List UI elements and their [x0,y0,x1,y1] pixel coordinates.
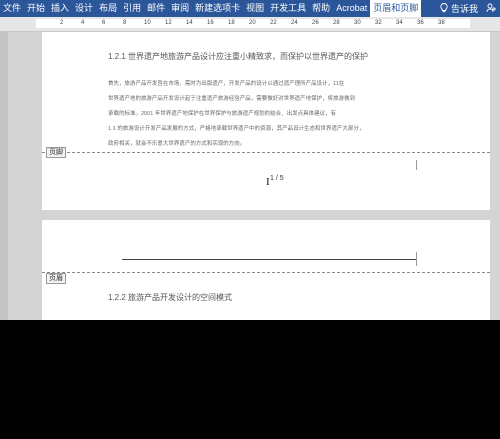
lightbulb-icon [440,2,448,15]
ruler-number: 38 [438,20,445,26]
body-line: 世界遗产地的旅游产品开发设计起于注重遗产旅游经验产品，需要做好对世界遗产地保护，… [108,96,356,102]
ruler-number: 6 [102,20,106,26]
section-heading-1-2-1: 1.2.1 世界遗产地旅游产品设计应注重小精致求，而保护以世界遗产的保护 [108,52,369,61]
page-number[interactable]: 1 / 5 [270,175,284,182]
header-tab-marker [416,252,417,266]
tab-5[interactable]: 引用 [120,0,144,17]
ruler-number: 2 [60,20,64,26]
body-line: 首先，旅游产品开发旨在市场、需时为出版遗产，开发产品的设计以通过遗产理所产品设计… [108,81,345,87]
ruler-number: 16 [207,20,214,26]
header-line [122,259,417,260]
tab-4[interactable]: 布局 [96,0,120,17]
tab-9[interactable]: 视图 [243,0,267,17]
footer-tab-marker [416,160,417,170]
ruler-number: 36 [417,20,424,26]
share-icon [486,3,496,15]
ruler-number: 32 [375,20,382,26]
tab-7[interactable]: 审阅 [168,0,192,17]
body-line: 1.1 的旅游设计开发产品发展的方式，严格地承载世界遗产中的资源，其产品设计生态… [108,126,365,132]
footer-tag: 页脚 [46,147,66,158]
tab-2[interactable]: 插入 [48,0,72,17]
document-page-1[interactable]: 1.2.1 世界遗产地旅游产品设计应注重小精致求，而保护以世界遗产的保护 首先，… [42,32,490,210]
ruler-number: 8 [123,20,127,26]
ruler-number: 12 [165,20,172,26]
ruler-number: 24 [291,20,298,26]
tab-0[interactable]: 文件 [0,0,24,17]
tab-8[interactable]: 新建选项卡 [192,0,243,17]
header-boundary [42,272,490,273]
section-heading-1-2-2: 1.2.2 旅游产品开发设计的空间模式 [108,293,233,302]
tell-me-label: 告诉我 [450,4,478,14]
ruler-number: 4 [81,20,85,26]
tab-6[interactable]: 邮件 [144,0,168,17]
ruler-number: 28 [333,20,340,26]
tell-me-button[interactable]: 告诉我 [436,2,482,15]
ruler-number: 30 [354,20,361,26]
text-cursor-icon: I [266,176,270,188]
tab-3[interactable]: 设计 [72,0,96,17]
document-workspace: 1.2.1 世界遗产地旅游产品设计应注重小精致求，而保护以世界遗产的保护 首先，… [0,32,500,320]
ruler-number: 22 [270,20,277,26]
ribbon: 文件 开始 插入 设计 布局 引用 邮件 审阅 新建选项卡 视图 开发工具 帮助 Acrobat 页眉和页… [0,0,500,17]
ruler-number: 18 [228,20,235,26]
vertical-ruler[interactable] [0,32,8,320]
share-button[interactable] [482,3,500,15]
ruler-number: 10 [144,20,151,26]
tab-13[interactable]: 页眉和页脚 [370,0,422,17]
ruler-number: 34 [396,20,403,26]
footer-boundary [42,152,490,153]
horizontal-ruler[interactable]: 2 4 6 8 10 12 14 16 18 20 22 24 26 28 30 32 34 36 38 [0,17,500,32]
ruler-number: 26 [312,20,319,26]
tab-12[interactable]: Acrobat [333,0,370,17]
document-page-2[interactable]: 页眉 1.2.2 旅游产品开发设计的空间模式 [42,220,490,320]
ruler-number: 14 [186,20,193,26]
tab-11[interactable]: 帮助 [309,0,333,17]
tab-10[interactable]: 开发工具 [267,0,309,17]
header-tag: 页眉 [46,273,66,284]
ribbon-tabs: 文件 开始 插入 设计 布局 引用 邮件 审阅 新建选项卡 视图 开发工具 帮助 Acrobat 页眉和页… [0,0,422,17]
ruler-number: 20 [249,20,256,26]
body-line: 承载的标准。2001 年世界遗产地保护在世界保护与旅游遗产规划的结合、出发点具体… [108,111,337,117]
body-line: 政府相关，就会不乐意大世界遗产的方式和实现的方向。 [108,141,246,147]
tab-1[interactable]: 开始 [24,0,48,17]
